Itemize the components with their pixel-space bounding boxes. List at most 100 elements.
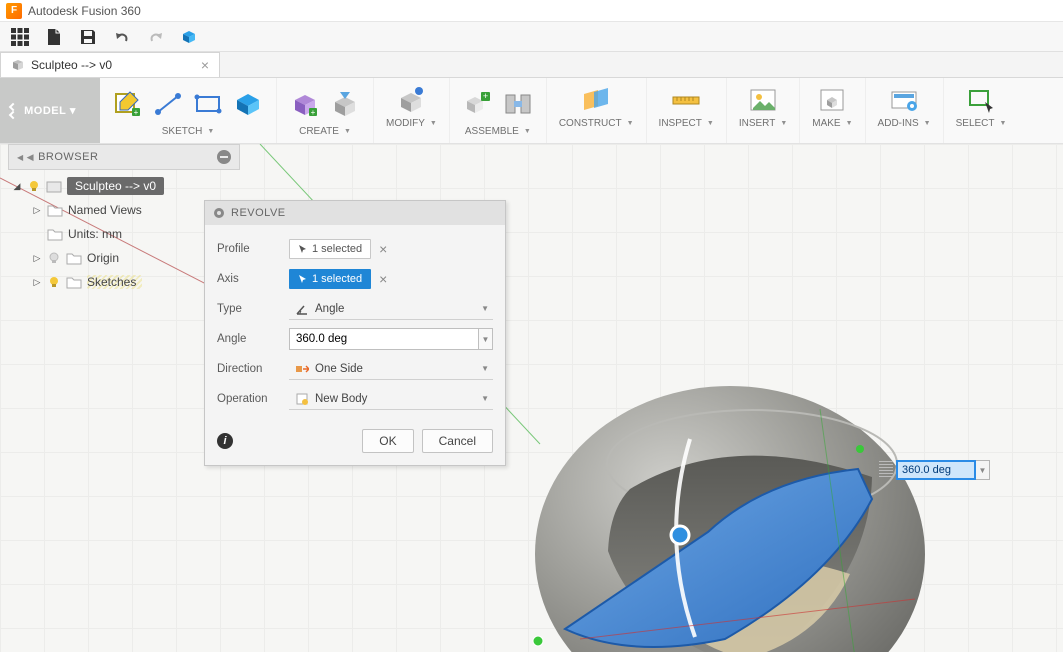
ribbon-group-sketch: + SKETCH [100, 78, 276, 143]
print3d-icon[interactable] [816, 84, 848, 116]
ok-button[interactable]: OK [362, 429, 413, 453]
clear-icon[interactable]: × [379, 272, 387, 286]
lightbulb-off-icon[interactable] [47, 251, 61, 265]
grid-icon[interactable] [10, 27, 30, 47]
insert-image-icon[interactable] [747, 84, 779, 116]
lightbulb-icon[interactable] [27, 179, 41, 193]
chevron-down-icon: ▼ [481, 394, 489, 403]
save-icon[interactable] [78, 27, 98, 47]
component-icon[interactable]: + [462, 88, 494, 120]
extension-icon[interactable] [180, 27, 200, 47]
label-angle: Angle [217, 333, 289, 345]
expand-icon[interactable] [32, 205, 42, 216]
label-profile: Profile [217, 243, 289, 255]
ribbon-group-construct: CONSTRUCT [546, 78, 646, 143]
row-direction: Direction One Side ▼ [217, 355, 493, 383]
addins-icon[interactable] [888, 84, 920, 116]
plane-icon[interactable] [580, 84, 612, 116]
create3d-icon[interactable] [232, 88, 264, 120]
label-direction: Direction [217, 363, 289, 375]
press-pull-icon[interactable] [395, 84, 427, 116]
row-type: Type Angle ▼ [217, 295, 493, 323]
info-icon[interactable]: i [217, 433, 233, 449]
row-angle: Angle ▼ [217, 325, 493, 353]
tree-root[interactable]: Sculpteo --> v0 [12, 174, 240, 198]
select-icon[interactable] [965, 84, 997, 116]
ribbon-label-insert[interactable]: INSERT [739, 118, 787, 129]
ribbon-label-assemble[interactable]: ASSEMBLE [465, 126, 531, 137]
ribbon-group-create: + CREATE [276, 78, 373, 143]
line-icon[interactable] [152, 88, 184, 120]
rectangle-icon[interactable] [192, 88, 224, 120]
chevron-down-icon[interactable]: ▼ [479, 328, 493, 350]
undo-icon[interactable] [112, 27, 132, 47]
dialog-title: REVOLVE [231, 207, 286, 219]
ribbon-group-addins: ADD-INS [865, 78, 943, 143]
profile-selection[interactable]: 1 selected [289, 239, 371, 259]
axis-selection-text: 1 selected [312, 273, 362, 285]
type-dropdown[interactable]: Angle ▼ [289, 298, 493, 320]
file-icon[interactable] [44, 27, 64, 47]
browser-title: BROWSER [38, 151, 98, 163]
component-icon [46, 179, 62, 193]
close-icon[interactable]: × [201, 58, 209, 72]
ribbon-label-create[interactable]: CREATE [299, 126, 351, 137]
svg-text:+: + [483, 91, 488, 101]
ribbon-group-insert: INSERT [726, 78, 799, 143]
browser-header[interactable]: ◀ BROWSER [8, 144, 240, 170]
profile-selection-text: 1 selected [312, 243, 362, 255]
direction-dropdown[interactable]: One Side ▼ [289, 358, 493, 380]
expand-icon[interactable] [32, 277, 42, 288]
minimize-icon[interactable] [217, 150, 231, 164]
measure-icon[interactable] [670, 84, 702, 116]
operation-dropdown[interactable]: New Body ▼ [289, 388, 493, 410]
chevron-down-icon[interactable]: ▼ [976, 460, 990, 480]
document-tab[interactable]: Sculpteo --> v0 × [0, 52, 220, 77]
document-tab-label: Sculpteo --> v0 [31, 58, 112, 72]
floating-angle-input[interactable]: ▼ [879, 460, 990, 480]
operation-value: New Body [315, 393, 367, 405]
floating-angle-field[interactable] [896, 460, 976, 480]
clear-icon[interactable]: × [379, 242, 387, 256]
drag-handle-icon[interactable] [879, 461, 893, 479]
expand-icon[interactable] [32, 253, 42, 264]
ribbon-label-modify[interactable]: MODIFY [386, 118, 437, 129]
box-icon[interactable]: + [289, 88, 321, 120]
app-logo-icon [6, 3, 22, 19]
ribbon-label-select[interactable]: SELECT [956, 118, 1007, 129]
lightbulb-icon[interactable] [47, 275, 61, 289]
axis-selection[interactable]: 1 selected [289, 269, 371, 289]
folder-icon [47, 203, 63, 217]
revolve-preview-body [520, 339, 940, 652]
gear-icon [213, 207, 225, 219]
ribbon-label-inspect[interactable]: INSPECT [659, 118, 714, 129]
new-sketch-icon[interactable]: + [112, 88, 144, 120]
ribbon-label-addins[interactable]: ADD-INS [878, 118, 931, 129]
expand-icon[interactable] [12, 181, 22, 192]
ribbon-label-make[interactable]: MAKE [812, 118, 852, 129]
collapse-left-icon[interactable]: ◀ [17, 152, 34, 163]
revolve-dialog[interactable]: REVOLVE Profile 1 selected × Axis 1 sele… [204, 200, 506, 466]
row-operation: Operation New Body ▼ [217, 385, 493, 413]
ribbon-group-inspect: INSPECT [646, 78, 726, 143]
app-title: Autodesk Fusion 360 [28, 4, 141, 18]
redo-icon[interactable] [146, 27, 166, 47]
joint-icon[interactable] [502, 88, 534, 120]
cancel-button[interactable]: Cancel [422, 429, 493, 453]
dialog-title-bar[interactable]: REVOLVE [205, 201, 505, 225]
workspace-switcher[interactable]: MODEL ▾ [0, 78, 100, 143]
tree-root-label: Sculpteo --> v0 [67, 177, 164, 195]
extrude-icon[interactable] [329, 88, 361, 120]
type-value: Angle [315, 303, 344, 315]
ribbon-group-make: MAKE [799, 78, 864, 143]
folder-icon [47, 227, 63, 241]
angle-input[interactable] [289, 328, 479, 350]
svg-text:+: + [311, 108, 316, 117]
ribbon-label-construct[interactable]: CONSTRUCT [559, 118, 634, 129]
ribbon-label-sketch[interactable]: SKETCH [162, 126, 215, 137]
angle-icon [295, 302, 309, 316]
tree-item-label: Units: mm [68, 227, 122, 241]
tree-item-label: Origin [87, 251, 119, 265]
chevron-down-icon: ▼ [481, 304, 489, 313]
folder-icon [66, 275, 82, 289]
